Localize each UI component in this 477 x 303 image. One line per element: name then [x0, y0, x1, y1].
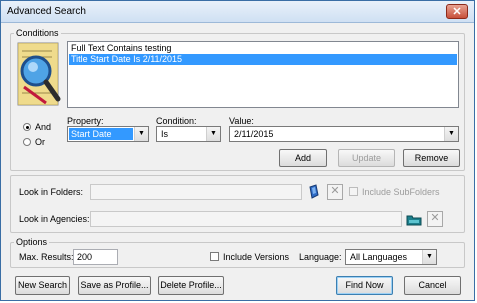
condition-value: Is	[161, 129, 169, 139]
or-label: Or	[35, 137, 45, 147]
chevron-down-icon: ▼	[134, 127, 148, 141]
chevron-down-icon: ▼	[422, 250, 436, 264]
window-title: Advanced Search	[7, 6, 86, 17]
condition-item-selected[interactable]: Title Start Date Is 2/11/2015	[69, 54, 457, 65]
value-value: 2/11/2015	[234, 129, 274, 139]
language-value: All Languages	[350, 252, 408, 262]
browse-agencies-icon[interactable]	[406, 211, 422, 227]
condition-label: Condition:	[156, 116, 197, 126]
folders-field[interactable]	[90, 184, 302, 200]
condition-item[interactable]: Full Text Contains testing	[69, 43, 457, 54]
property-value: Start Date	[69, 128, 133, 140]
title-bar[interactable]: Advanced Search ✕	[1, 1, 474, 23]
cancel-button[interactable]: Cancel	[404, 276, 461, 295]
browse-folders-icon[interactable]	[306, 184, 322, 200]
delete-profile-button[interactable]: Delete Profile...	[158, 276, 224, 295]
condition-select[interactable]: Is ▼	[156, 126, 221, 142]
new-search-button[interactable]: New Search	[15, 276, 70, 295]
include-versions-label: Include Versions	[223, 252, 290, 262]
chevron-down-icon: ▼	[444, 127, 458, 141]
find-now-button[interactable]: Find Now	[336, 276, 393, 295]
value-label: Value:	[229, 116, 254, 126]
include-versions-checkbox[interactable]	[210, 252, 219, 261]
max-results-input[interactable]: 200	[73, 249, 118, 265]
options-legend: Options	[16, 237, 48, 247]
add-button[interactable]: Add	[279, 149, 327, 167]
and-label: And	[35, 122, 52, 132]
include-subfolders-checkbox[interactable]	[349, 187, 358, 196]
advanced-search-window: Advanced Search ✕ Conditions Full Text C…	[0, 0, 475, 301]
magnifier-document-icon	[16, 41, 62, 108]
max-results-label: Max. Results:	[19, 252, 74, 262]
folders-label: Look in Folders:	[19, 187, 84, 197]
clear-agencies-icon[interactable]: ✕	[427, 211, 443, 227]
agencies-label: Look in Agencies:	[19, 214, 90, 224]
and-radio[interactable]	[23, 123, 31, 131]
clear-folders-icon[interactable]: ✕	[327, 184, 343, 200]
include-subfolders-label: Include SubFolders	[362, 187, 440, 197]
or-radio[interactable]	[23, 138, 31, 146]
language-label: Language:	[299, 252, 342, 262]
update-button[interactable]: Update	[338, 149, 395, 167]
remove-button[interactable]: Remove	[403, 149, 460, 167]
conditions-legend: Conditions	[16, 28, 59, 38]
value-select[interactable]: 2/11/2015 ▼	[229, 126, 459, 142]
chevron-down-icon: ▼	[206, 127, 220, 141]
save-as-profile-button[interactable]: Save as Profile...	[78, 276, 151, 295]
language-select[interactable]: All Languages ▼	[345, 249, 437, 265]
property-select[interactable]: Start Date ▼	[67, 126, 149, 142]
close-button[interactable]: ✕	[446, 4, 468, 19]
conditions-list[interactable]: Full Text Contains testing Title Start D…	[67, 41, 459, 108]
property-label: Property:	[67, 116, 104, 126]
agencies-field[interactable]	[90, 211, 402, 227]
